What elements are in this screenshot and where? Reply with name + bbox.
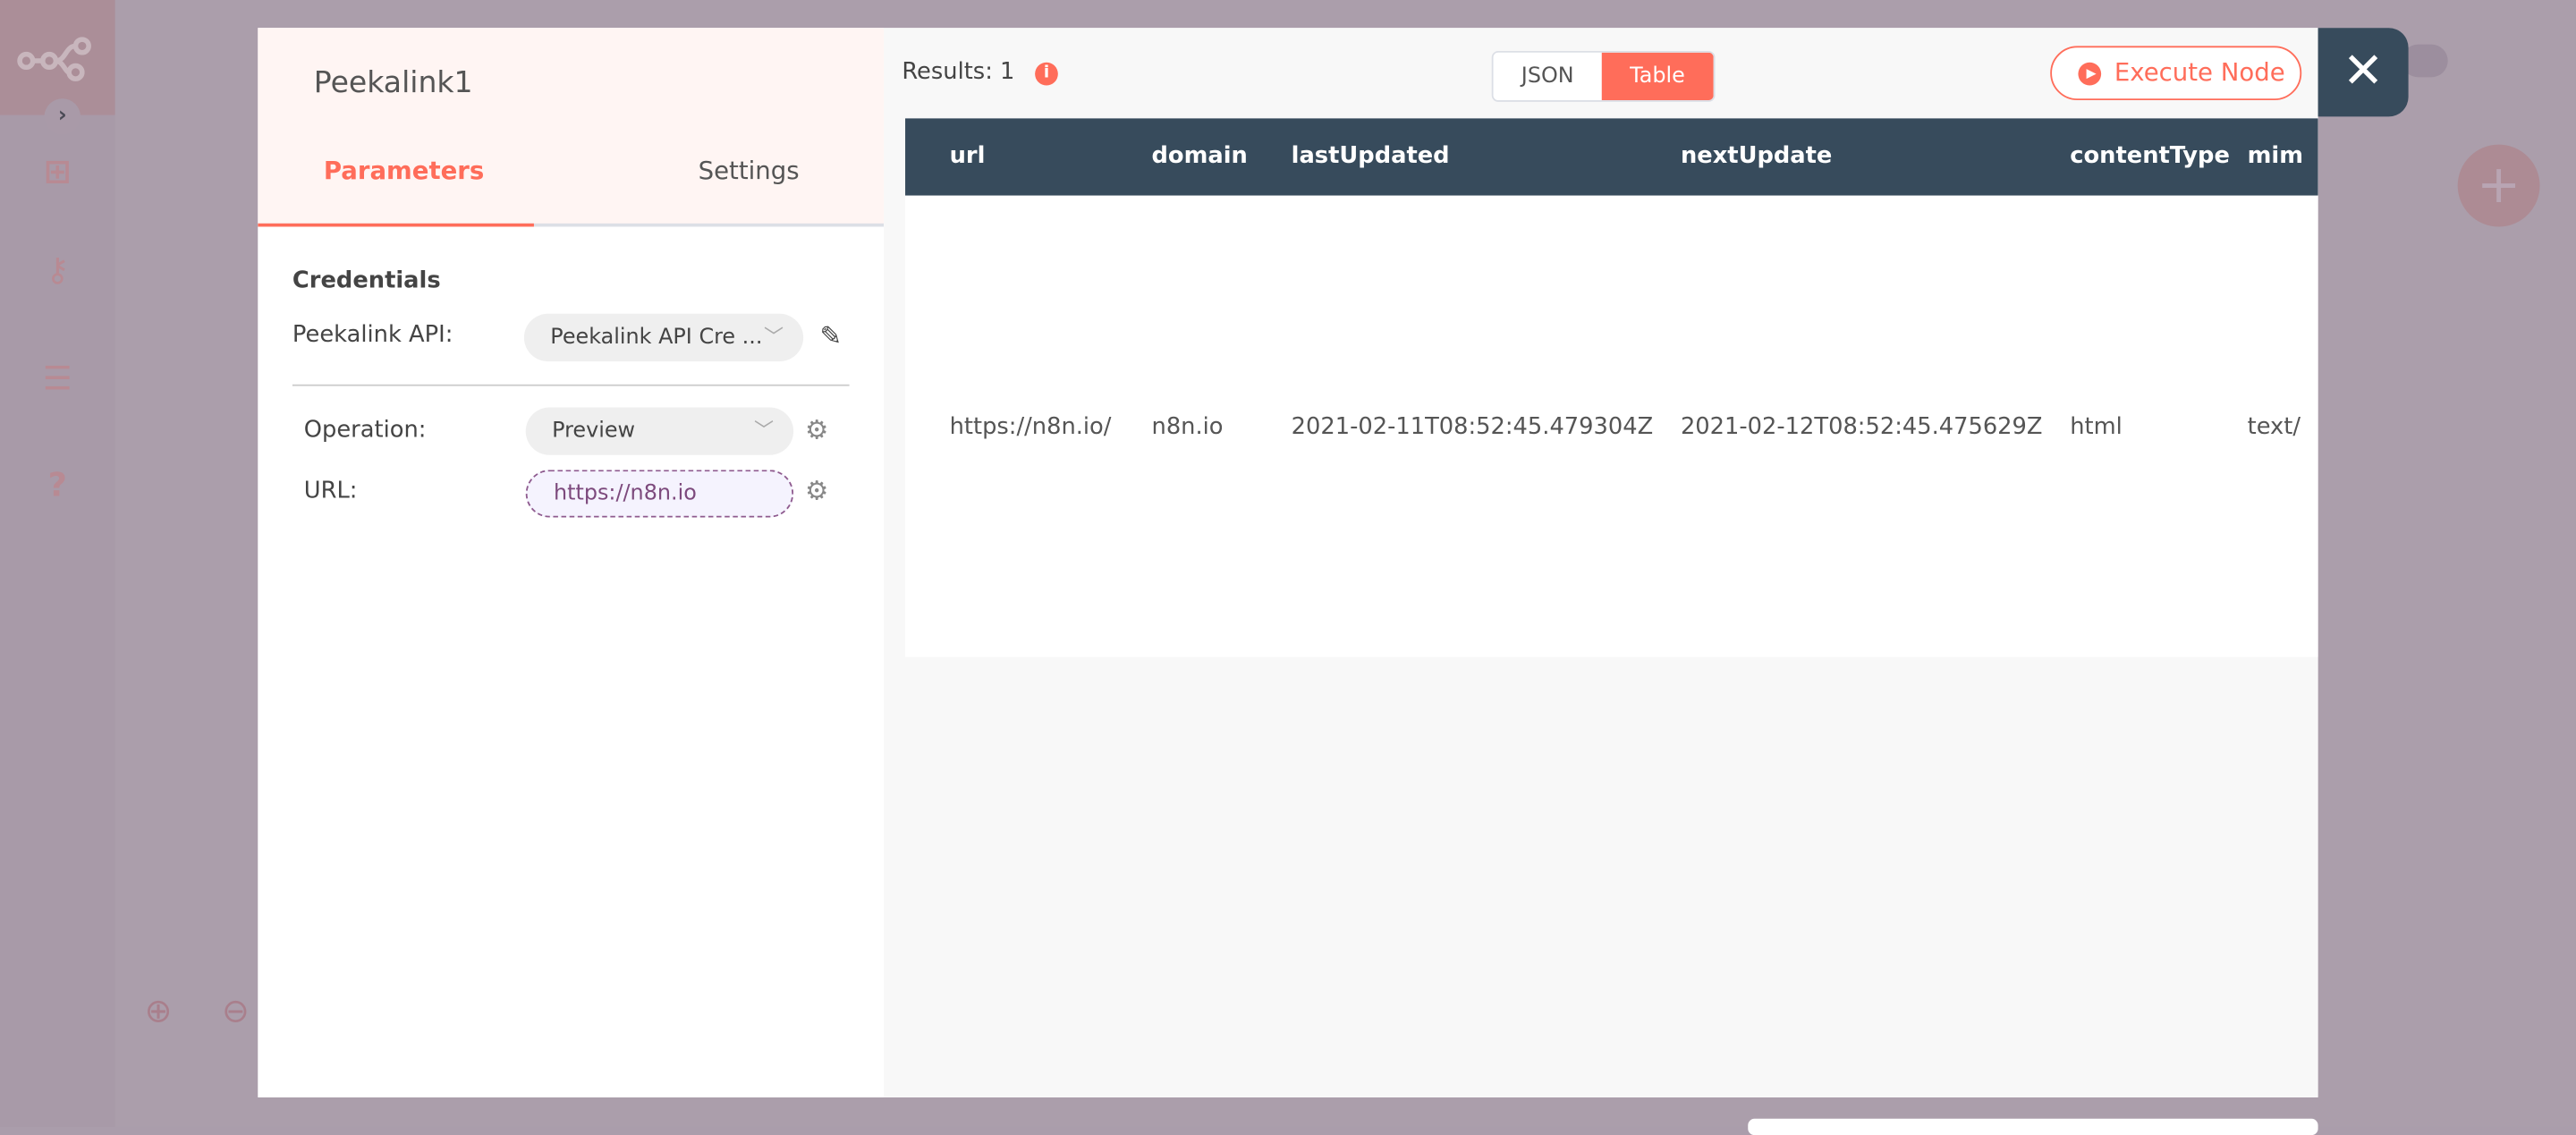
sidebar: › ⊞ ⚷ ☰ ? xyxy=(0,0,115,1127)
zoom-in-icon[interactable]: ⊕ xyxy=(145,991,184,1030)
panel-header xyxy=(258,28,885,225)
results-count: Results: 1 xyxy=(902,59,1015,86)
column-header: lastUpdated xyxy=(1291,142,1450,170)
operation-select[interactable]: Preview ﹀ xyxy=(525,407,794,455)
column-header: url xyxy=(949,142,986,170)
zoom-out-icon[interactable]: ⊖ xyxy=(222,991,261,1030)
workflows-icon[interactable]: ⊞ xyxy=(36,151,79,194)
gears-icon[interactable]: ⚙ xyxy=(805,475,828,506)
column-header: mim xyxy=(2247,142,2304,170)
table-cell: 2021-02-12T08:52:45.475629Z xyxy=(1680,413,2043,441)
results-table: url domain lastUpdated nextUpdate conten… xyxy=(905,118,2318,657)
key-icon[interactable]: ⚷ xyxy=(36,250,79,292)
expand-sidebar-button[interactable]: › xyxy=(44,98,80,135)
table-view-button[interactable]: Table xyxy=(1601,52,1714,101)
output-panel: Results: 1 i JSON Table Execute Node url… xyxy=(884,28,2318,1097)
chevron-down-icon: ﹀ xyxy=(764,325,784,349)
table-cell: https://n8n.io/ xyxy=(949,413,1112,441)
gears-icon[interactable]: ⚙ xyxy=(805,414,828,445)
node-title[interactable]: Peekalink1 xyxy=(314,65,473,100)
table-cell: 2021-02-11T08:52:45.479304Z xyxy=(1291,413,1654,441)
pencil-icon[interactable]: ✎ xyxy=(820,320,843,352)
play-icon xyxy=(2078,62,2102,86)
execute-node-button[interactable]: Execute Node xyxy=(2050,46,2302,101)
workflow-active-toggle[interactable] xyxy=(2402,44,2448,78)
column-header: contentType xyxy=(2070,142,2230,170)
parameters-panel: Peekalink1 Parameters Settings Credentia… xyxy=(258,28,885,1097)
chevron-down-icon: ﹀ xyxy=(754,419,775,443)
view-toggle: JSON Table xyxy=(1491,50,1715,102)
n8n-logo[interactable] xyxy=(0,0,115,115)
node-details-modal: Peekalink1 Parameters Settings Credentia… xyxy=(258,28,2318,1097)
table-cell: n8n.io xyxy=(1151,413,1224,441)
add-node-button[interactable]: + xyxy=(2457,144,2540,227)
table-cell: text/ xyxy=(2247,413,2301,441)
divider xyxy=(292,384,850,386)
credential-select[interactable]: Peekalink API Cre ... ﹀ xyxy=(523,313,804,362)
column-header: nextUpdate xyxy=(1680,142,1833,170)
active-tab-indicator xyxy=(258,223,534,227)
executions-list-icon[interactable]: ☰ xyxy=(36,358,79,401)
credentials-heading: Credentials xyxy=(292,267,441,294)
tab-parameters[interactable]: Parameters xyxy=(324,156,484,185)
credential-value: Peekalink API Cre ... xyxy=(550,325,763,351)
operation-value: Preview xyxy=(552,419,636,444)
table-cell: html xyxy=(2070,413,2123,441)
execute-label: Execute Node xyxy=(2114,57,2285,88)
help-icon[interactable]: ? xyxy=(36,465,79,508)
tab-settings[interactable]: Settings xyxy=(699,156,800,185)
json-view-button[interactable]: JSON xyxy=(1493,52,1602,101)
operation-label: Operation: xyxy=(303,417,427,444)
url-label: URL: xyxy=(303,478,358,504)
column-header: domain xyxy=(1151,142,1248,170)
credential-label: Peekalink API: xyxy=(292,321,453,349)
url-input[interactable]: https://n8n.io xyxy=(525,470,794,518)
close-icon[interactable]: ✕ xyxy=(2318,28,2409,117)
info-icon[interactable]: i xyxy=(1035,62,1058,86)
